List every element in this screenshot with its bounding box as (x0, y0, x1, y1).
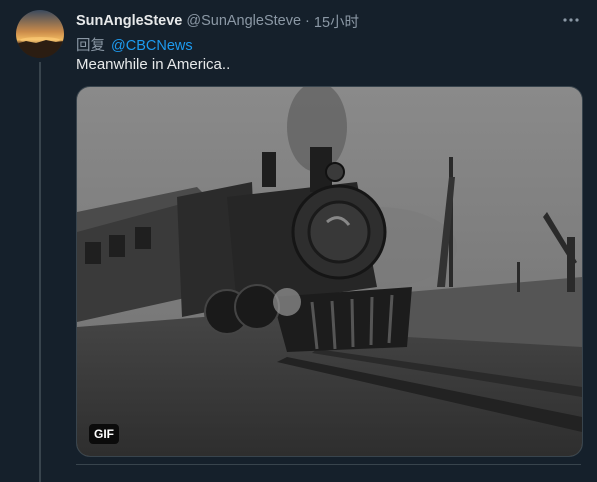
tweet-timestamp[interactable]: 15小时 (314, 11, 359, 32)
thread-line (39, 62, 41, 482)
tweet-text: Meanwhile in America.. (76, 56, 231, 73)
more-horizontal-icon (563, 18, 579, 22)
reply-mention-link[interactable]: @CBCNews (111, 38, 193, 54)
reply-prefix: 回复 (76, 38, 105, 54)
reply-context: 回复 @CBCNews (76, 34, 193, 55)
gif-media[interactable] (76, 86, 583, 457)
display-name[interactable]: SunAngleSteve (76, 13, 182, 29)
gif-badge: GIF (89, 424, 119, 444)
tweet-header: SunAngleSteve @SunAngleSteve · 15小时 (76, 11, 577, 31)
more-options-button[interactable] (559, 8, 583, 32)
user-handle[interactable]: @SunAngleSteve (186, 13, 301, 29)
avatar[interactable] (16, 10, 64, 58)
separator-dot: · (305, 13, 310, 29)
